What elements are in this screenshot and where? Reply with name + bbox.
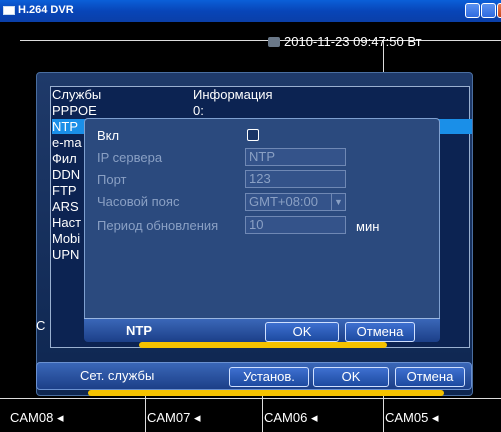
port-field[interactable]: 123 — [245, 170, 346, 188]
sync-icon — [268, 37, 280, 47]
apply-button[interactable]: Установ. — [229, 367, 309, 387]
service-item-mobile[interactable]: Mobi — [52, 231, 80, 246]
chevron-down-icon[interactable]: ▼ — [331, 194, 345, 210]
timezone-select[interactable]: GMT+08:00 ▼ — [245, 193, 346, 211]
window-title: H.264 DVR — [18, 4, 74, 16]
enable-checkbox[interactable] — [247, 129, 259, 141]
minimize-button[interactable] — [465, 3, 480, 18]
service-item-filter[interactable]: Фил — [52, 151, 77, 166]
side-label: C — [36, 318, 46, 333]
grid-divider — [20, 40, 501, 41]
server-ip-label: IP сервера — [97, 150, 163, 165]
services-window-title: Сет. службы — [80, 368, 155, 383]
datetime-overlay: 2010-11-23 09:47:50 Вт — [268, 34, 422, 49]
camera-label[interactable]: CAM07 ◂ — [147, 410, 201, 426]
column-header-info: Информация — [193, 87, 273, 102]
update-period-label: Период обновления — [97, 218, 219, 233]
enable-label: Вкл — [97, 128, 120, 143]
camera-label[interactable]: CAM06 ◂ — [264, 410, 318, 426]
ntp-dialog-title: NTP — [126, 323, 152, 338]
cancel-button[interactable]: Отмена — [395, 367, 465, 387]
app-icon — [3, 6, 15, 15]
close-button[interactable] — [497, 3, 501, 18]
port-label: Порт — [97, 172, 127, 187]
update-period-unit: мин — [356, 219, 380, 234]
ntp-ok-button[interactable]: OK — [265, 322, 339, 342]
update-period-field[interactable]: 10 — [245, 216, 346, 234]
service-item-email[interactable]: e-ma — [52, 135, 82, 150]
maximize-button[interactable] — [481, 3, 496, 18]
service-item-pppoe[interactable]: PPPOE — [52, 103, 97, 118]
title-bar: H.264 DVR — [0, 0, 501, 22]
grid-divider — [0, 398, 501, 399]
ok-button[interactable]: OK — [313, 367, 389, 387]
timezone-label: Часовой пояс — [97, 194, 180, 209]
focus-glow — [139, 342, 387, 348]
camera-label[interactable]: CAM05 ◂ — [385, 410, 439, 426]
service-item-ftp[interactable]: FTP — [52, 183, 77, 198]
service-item-ars[interactable]: ARS — [52, 199, 79, 214]
service-item-settings[interactable]: Наст — [52, 215, 81, 230]
focus-glow — [88, 390, 444, 396]
service-item-upnp[interactable]: UPN — [52, 247, 79, 262]
service-item-ddns[interactable]: DDN — [52, 167, 80, 182]
server-ip-field[interactable]: NTP — [245, 148, 346, 166]
camera-label[interactable]: CAM08 ◂ — [10, 410, 64, 426]
service-info: 0: — [193, 103, 204, 118]
ntp-cancel-button[interactable]: Отмена — [345, 322, 415, 342]
column-header-service: Службы — [52, 87, 102, 102]
